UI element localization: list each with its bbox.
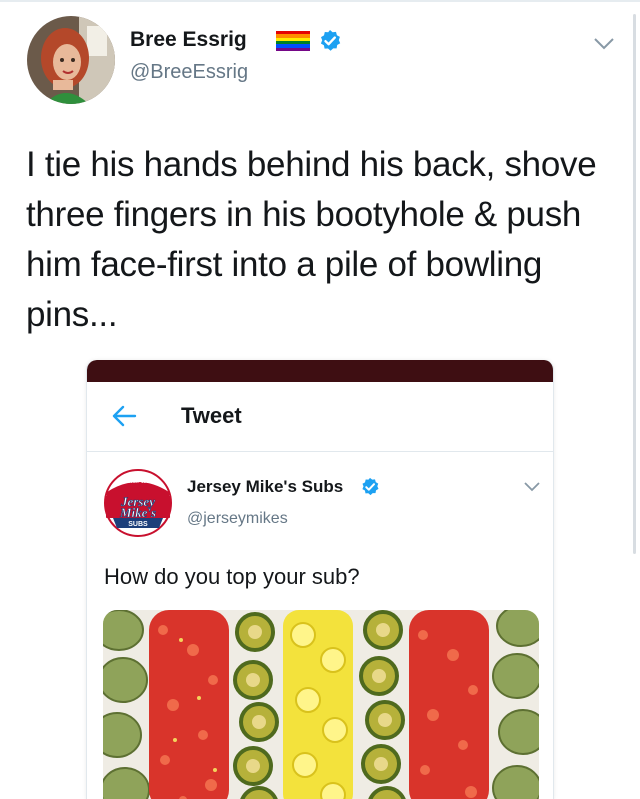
status-bar	[87, 360, 553, 382]
jersey-mikes-logo[interactable]: SINCE 1956 Jersey Mike's SUBS	[103, 468, 173, 538]
logo-subs-text: SUBS	[128, 521, 148, 528]
embedded-author-name[interactable]: Jersey Mike's Subs	[187, 477, 343, 497]
nav-title: Tweet	[181, 403, 242, 428]
chevron-down-icon[interactable]	[594, 38, 614, 50]
scrollbar[interactable]	[633, 14, 636, 554]
author-handle[interactable]: @BreeEssrig	[130, 61, 248, 84]
toppings-photo[interactable]	[103, 610, 539, 799]
back-arrow-icon[interactable]	[111, 404, 137, 428]
tweet-text: I tie his hands behind his back, shove t…	[26, 145, 597, 334]
author-avatar[interactable]	[27, 16, 115, 104]
verified-badge-icon	[362, 477, 379, 496]
rainbow-flag-icon	[276, 31, 310, 51]
embedded-tweet-text: How do you top your sub?	[104, 564, 360, 589]
logo-since-text: SINCE 1956	[124, 479, 152, 485]
logo-line2: Mike's	[119, 505, 156, 520]
top-divider	[0, 0, 640, 2]
author-display-name[interactable]: Bree Essrig	[130, 28, 247, 52]
embedded-author-handle[interactable]: @jerseymikes	[187, 510, 288, 528]
verified-badge-icon	[320, 30, 341, 51]
embedded-tweet-screenshot: Tweet SINCE 1956 Jersey Mike's SUBS Jers…	[86, 360, 554, 799]
chevron-down-icon[interactable]	[524, 482, 540, 492]
tweet-nav-bar: Tweet	[87, 382, 553, 452]
